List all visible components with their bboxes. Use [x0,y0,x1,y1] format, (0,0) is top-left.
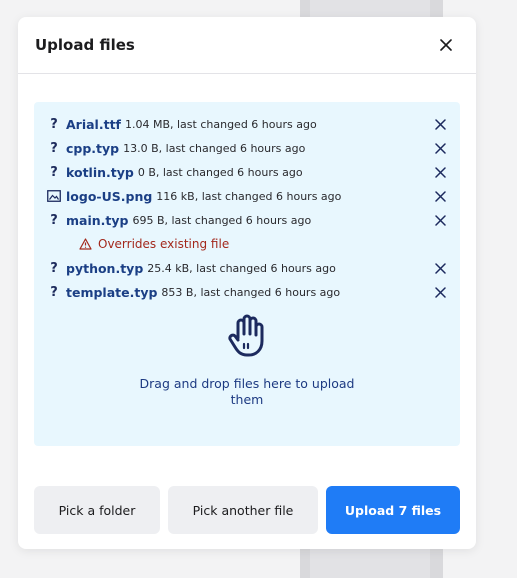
close-icon [434,262,446,274]
file-list: ? Arial.ttf 1.04 MB, last changed 6 hours … [34,102,460,304]
file-row: ? kotlin.typ 0 B, last changed 6 hours ago [34,160,460,184]
file-meta: 0 B, last changed 6 hours ago [137,165,303,179]
remove-file-button[interactable] [433,285,447,299]
file-row: ? cpp.typ 13.0 B, last changed 6 hours ago [34,136,460,160]
file-name: kotlin.typ [66,164,134,180]
hand-icon [228,314,264,357]
file-meta: 25.4 kB, last changed 6 hours ago [147,261,336,275]
file-row: ? template.typ 853 B, last changed 6 hours… [34,280,460,304]
remove-file-button[interactable] [433,261,447,275]
file-meta: 1.04 MB, last changed 6 hours ago [124,117,317,131]
dropzone[interactable]: ? Arial.ttf 1.04 MB, last changed 6 hours … [34,102,460,446]
drop-hint: Drag and drop files here to upload them [34,314,460,408]
close-icon [440,39,452,51]
file-meta: 116 kB, last changed 6 hours ago [156,189,342,203]
upload-files-button[interactable]: Upload 7 files [326,486,460,534]
file-name: main.typ [66,212,129,228]
unknown-file-icon: ? [50,212,58,228]
dialog-header: Upload files [18,17,476,74]
remove-file-button[interactable] [433,117,447,131]
unknown-file-icon: ? [50,164,58,180]
file-row: ? Arial.ttf 1.04 MB, last changed 6 hours … [34,112,460,136]
warning-icon [79,238,92,250]
file-name: python.typ [66,260,144,276]
pick-folder-button[interactable]: Pick a folder [34,486,160,534]
unknown-file-icon: ? [50,260,58,276]
file-meta: 695 B, last changed 6 hours ago [132,213,312,227]
image-file-icon [47,189,61,203]
close-icon [434,166,446,178]
file-warning: Overrides existing file [34,232,460,256]
file-meta: 853 B, last changed 6 hours ago [161,285,341,299]
close-icon [434,118,446,130]
unknown-file-icon: ? [50,140,58,156]
remove-file-button[interactable] [433,189,447,203]
remove-file-button[interactable] [433,141,447,155]
file-meta: 13.0 B, last changed 6 hours ago [123,141,306,155]
remove-file-button[interactable] [433,213,447,227]
file-name: logo-US.png [66,188,153,204]
file-name: Arial.ttf [66,116,121,132]
unknown-file-icon: ? [50,116,58,132]
file-name: cpp.typ [66,140,120,156]
file-row: ? main.typ 695 B, last changed 6 hours ago [34,208,460,232]
upload-dialog: Upload files ? Arial.ttf 1.04 MB, last cha… [18,17,476,549]
warning-text: Overrides existing file [98,237,230,251]
file-row: ? python.typ 25.4 kB, last changed 6 hours… [34,256,460,280]
close-icon [434,142,446,154]
pick-another-file-button[interactable]: Pick another file [168,486,318,534]
dialog-title: Upload files [35,36,135,54]
close-icon [434,190,446,202]
close-icon [434,286,446,298]
close-icon [434,214,446,226]
unknown-file-icon: ? [50,284,58,300]
remove-file-button[interactable] [433,165,447,179]
close-button[interactable] [436,35,456,55]
drop-instructions: Drag and drop files here to upload them [139,376,355,407]
file-name: template.typ [66,284,158,300]
file-row: logo-US.png 116 kB, last changed 6 hours … [34,184,460,208]
